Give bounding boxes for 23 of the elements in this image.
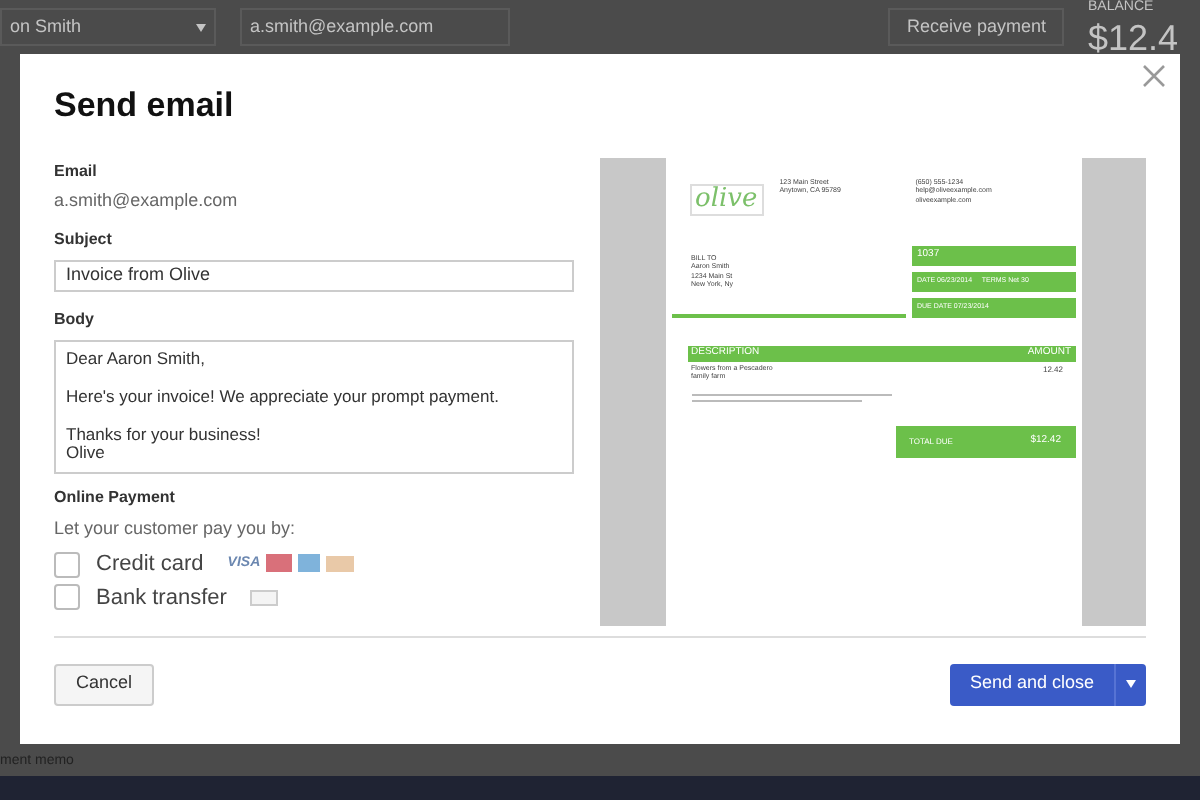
dialog-title: Send email [54, 84, 236, 128]
body-text-area[interactable]: Dear Aaron Smith, Here's your invoice! We appreciate your prompt payment. Thanks for your business! Olive [54, 339, 574, 473]
option-label: Credit card [96, 550, 204, 580]
caret-icon [196, 23, 206, 31]
field-label: Subject [54, 228, 114, 252]
cancel-button[interactable]: Cancel [54, 663, 155, 705]
field-label: Online Payment [54, 485, 177, 509]
payment-hint: Let your customer pay you by: [54, 515, 298, 542]
field-label: Body [54, 307, 96, 331]
bank-icon [250, 589, 279, 606]
field-label: Email [54, 159, 99, 183]
email-field[interactable]: a.smith@example.com [240, 8, 510, 46]
close-icon[interactable] [1142, 64, 1166, 88]
checkbox[interactable] [54, 551, 80, 578]
option-label: Bank transfer [96, 583, 227, 613]
receive-payment-button[interactable]: Receive payment [888, 8, 1064, 46]
checkbox[interactable] [54, 584, 80, 611]
card-logos-icon [266, 554, 355, 575]
email-value: a.smith@example.com [54, 187, 240, 214]
olive-logo: olive [689, 183, 764, 215]
subject-input-field[interactable]: Invoice from Olive [54, 260, 574, 291]
customer-field[interactable]: on Smith [0, 8, 216, 46]
balance-amount: $12.4 [1088, 19, 1179, 56]
